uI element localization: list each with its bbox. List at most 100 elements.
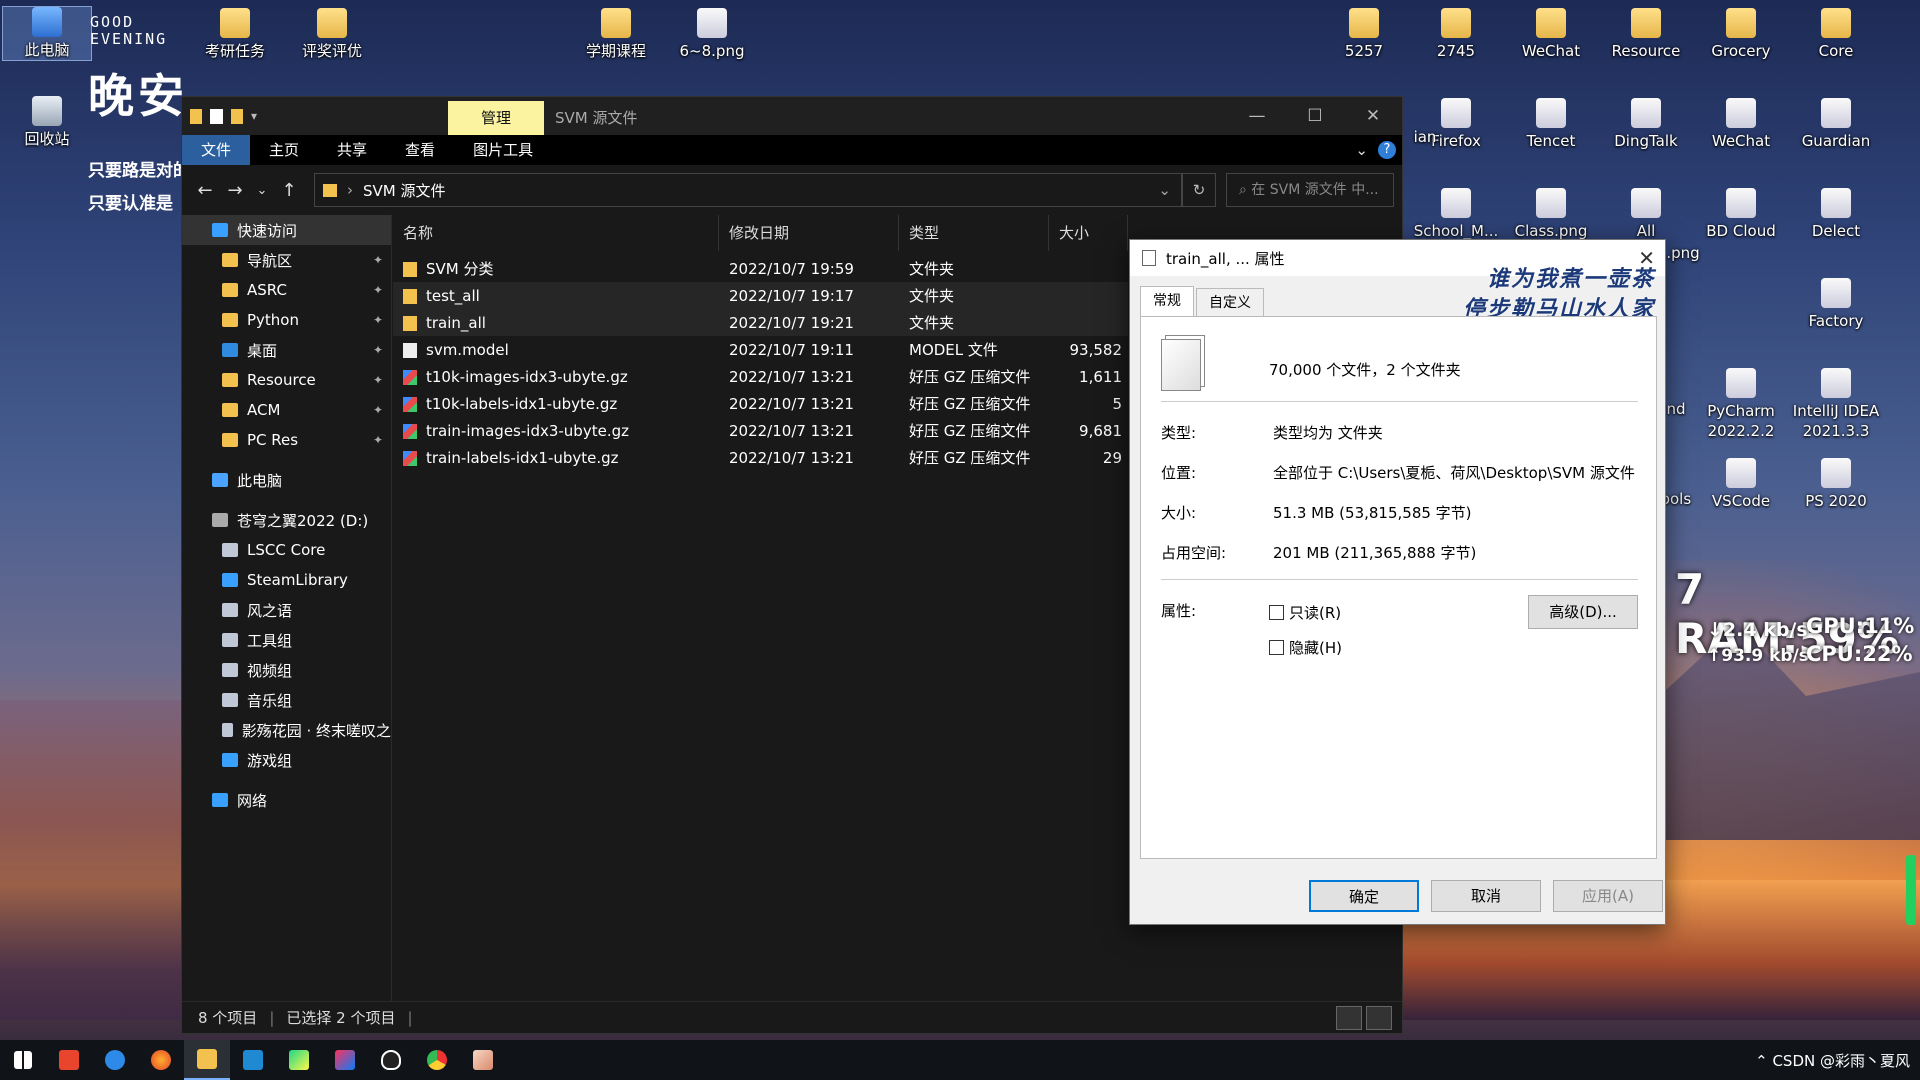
chevron-down-icon[interactable]: ▾ [251, 109, 257, 123]
pin-icon[interactable]: ✦ [373, 433, 383, 447]
desktop-icon-r1-1[interactable]: 2745 [1411, 8, 1501, 61]
apply-button[interactable]: 应用(A) [1553, 880, 1663, 912]
table-row[interactable]: train_all 2022/10/7 19:21 文件夹 [393, 309, 1128, 336]
desktop-icon-r3-3[interactable]: BD Cloud [1696, 188, 1786, 241]
refresh-icon[interactable]: ↻ [1182, 173, 1216, 207]
search-input[interactable]: ⌕ 在 SVM 源文件 中... [1226, 173, 1394, 207]
column-size[interactable]: 大小 [1049, 215, 1128, 251]
taskbar-app-game[interactable] [460, 1040, 506, 1080]
pin-icon[interactable]: ✦ [373, 253, 383, 267]
desktop-icon-r2-4[interactable]: WeChat [1696, 98, 1786, 151]
desktop-icon-ps[interactable]: PS 2020 [1791, 458, 1881, 511]
nav-item-7[interactable]: PC Res ✦ [182, 425, 391, 455]
nav-item-18[interactable]: 网络 [182, 785, 391, 815]
desktop-icon-r1-2[interactable]: WeChat [1506, 8, 1596, 61]
desktop-icon-this-pc[interactable]: 此电脑 [2, 6, 92, 61]
taskbar-app-explorer[interactable] [184, 1040, 230, 1080]
tab-home[interactable]: 主页 [250, 135, 318, 165]
address-bar[interactable]: › SVM 源文件 ⌄ [314, 173, 1182, 207]
table-row[interactable]: SVM 分类 2022/10/7 19:59 文件夹 [393, 255, 1128, 282]
column-name[interactable]: 名称 [393, 215, 719, 251]
table-row[interactable]: train-images-idx3-ubyte.gz 2022/10/7 13:2… [393, 417, 1128, 444]
column-type[interactable]: 类型 [899, 215, 1049, 251]
close-button[interactable]: ✕ [1344, 97, 1402, 135]
desktop-icon-recycle-bin[interactable]: 回收站 [2, 96, 92, 149]
recent-dropdown-icon[interactable]: ⌄ [250, 183, 274, 198]
taskbar-app-pycharm[interactable] [276, 1040, 322, 1080]
properties-dialog[interactable]: train_all, ... 属性 ✕ 谁为我煮一壶茶 停步勒马山水人家 常规 … [1129, 239, 1666, 925]
table-row[interactable]: test_all 2022/10/7 19:17 文件夹 [393, 282, 1128, 309]
nav-item-9[interactable]: 苍穹之翼2022 (D:) [182, 505, 391, 535]
pin-icon[interactable]: ✦ [373, 343, 383, 357]
taskbar-app-vscode[interactable] [230, 1040, 276, 1080]
minimize-button[interactable]: — [1228, 97, 1286, 135]
taskbar-app-idea[interactable] [322, 1040, 368, 1080]
desktop-icon-r3-0[interactable]: School_M... [1411, 188, 1501, 241]
tiles-view-button[interactable] [1366, 1006, 1392, 1030]
tab-view[interactable]: 查看 [386, 135, 454, 165]
nav-item-3[interactable]: Python ✦ [182, 305, 391, 335]
table-row[interactable]: t10k-images-idx3-ubyte.gz 2022/10/7 13:21… [393, 363, 1128, 390]
desktop-icon-r1-4[interactable]: Grocery [1696, 8, 1786, 61]
cancel-button[interactable]: 取消 [1431, 880, 1541, 912]
new-folder-icon[interactable] [231, 108, 243, 124]
nav-item-17[interactable]: 游戏组 [182, 745, 391, 775]
chevron-up-icon[interactable]: ⌃ [1755, 1052, 1772, 1070]
table-row[interactable]: svm.model 2022/10/7 19:11 MODEL 文件 93,582 [393, 336, 1128, 363]
taskbar-app-qq[interactable] [368, 1040, 414, 1080]
properties-icon[interactable] [210, 108, 223, 124]
taskbar-app-firefox[interactable] [138, 1040, 184, 1080]
tab-general[interactable]: 常规 [1140, 286, 1194, 316]
table-row[interactable]: train-labels-idx1-ubyte.gz 2022/10/7 13:2… [393, 444, 1128, 471]
tab-picture-tools[interactable]: 图片工具 [454, 135, 552, 165]
nav-item-0[interactable]: 快速访问 [182, 215, 391, 245]
desktop-icon-r2-5[interactable]: Guardian [1791, 98, 1881, 151]
desktop-icon-r3-4[interactable]: Delect [1791, 188, 1881, 241]
desktop-icon-factory[interactable]: Factory [1791, 278, 1881, 331]
desktop-icon-r1-3[interactable]: Resource [1601, 8, 1691, 61]
desktop-icon-courses[interactable]: 学期课程 [571, 8, 661, 61]
forward-icon[interactable]: → [220, 180, 250, 201]
details-view-button[interactable] [1336, 1006, 1362, 1030]
desktop-icon-png[interactable]: 6~8.png [667, 8, 757, 61]
nav-item-1[interactable]: 导航区 ✦ [182, 245, 391, 275]
desktop-icon-r1-0[interactable]: 5257 [1319, 8, 1409, 61]
up-icon[interactable]: ↑ [274, 180, 304, 201]
nav-item-4[interactable]: 桌面 ✦ [182, 335, 391, 365]
tab-share[interactable]: 共享 [318, 135, 386, 165]
pin-icon[interactable]: ✦ [373, 403, 383, 417]
expand-ribbon-icon[interactable]: ⌄ [1355, 141, 1368, 159]
tab-custom[interactable]: 自定义 [1196, 288, 1264, 316]
advanced-button[interactable]: 高级(D)... [1528, 595, 1638, 629]
nav-item-10[interactable]: LSCC Core [182, 535, 391, 565]
tab-file[interactable]: 文件 [182, 135, 251, 165]
nav-item-12[interactable]: 风之语 [182, 595, 391, 625]
chevron-down-icon[interactable]: ⌄ [1158, 181, 1171, 199]
help-icon[interactable]: ? [1378, 141, 1396, 159]
nav-item-2[interactable]: ASRC ✦ [182, 275, 391, 305]
nav-item-5[interactable]: Resource ✦ [182, 365, 391, 395]
pin-icon[interactable]: ✦ [373, 283, 383, 297]
nav-item-11[interactable]: SteamLibrary [182, 565, 391, 595]
nav-item-14[interactable]: 视频组 [182, 655, 391, 685]
taskbar-app-chrome[interactable] [414, 1040, 460, 1080]
desktop-icon-r3-2[interactable]: All [1601, 188, 1691, 241]
table-row[interactable]: t10k-labels-idx1-ubyte.gz 2022/10/7 13:21… [393, 390, 1128, 417]
desktop-icon-pingjiang[interactable]: 评奖评优 [287, 8, 377, 61]
nav-item-16[interactable]: 影殇花园 · 终末嗟叹之 [182, 715, 391, 745]
column-date[interactable]: 修改日期 [719, 215, 899, 251]
tab-manage[interactable]: 管理 [448, 101, 544, 135]
maximize-button[interactable]: ☐ [1286, 97, 1344, 135]
pin-icon[interactable]: ✦ [373, 373, 383, 387]
nav-item-8[interactable]: 此电脑 [182, 465, 391, 495]
hidden-checkbox[interactable]: 隐藏(H) [1269, 637, 1342, 658]
desktop-icon-r1-5[interactable]: Core [1791, 8, 1881, 61]
back-icon[interactable]: ← [190, 180, 220, 201]
nav-item-13[interactable]: 工具组 [182, 625, 391, 655]
pin-icon[interactable]: ✦ [373, 313, 383, 327]
desktop-icon-r2-2[interactable]: Tencet [1506, 98, 1596, 151]
start-button[interactable] [0, 1040, 46, 1080]
desktop-icon-idea[interactable]: IntelliJ IDEA [1791, 368, 1881, 421]
folder-icon[interactable] [190, 108, 202, 124]
explorer-titlebar[interactable]: ▾ 管理 SVM 源文件 — ☐ ✕ [182, 97, 1402, 135]
